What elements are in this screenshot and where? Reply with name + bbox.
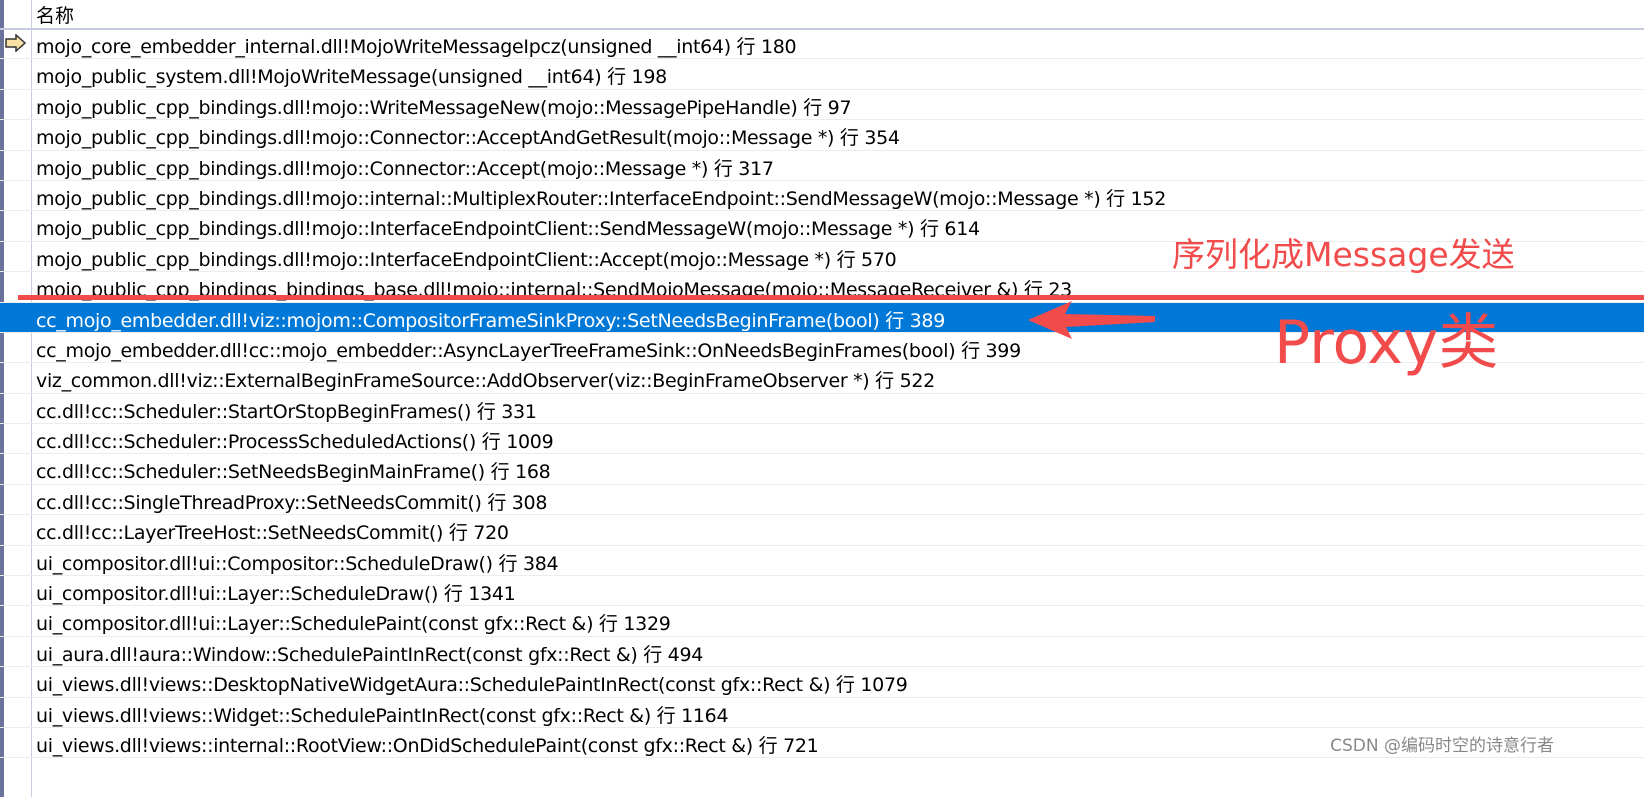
annotation-arrow-overlay <box>18 295 1644 339</box>
annotation-underline <box>18 295 1644 300</box>
watermark: CSDN @编码时空的诗意行者 <box>1330 736 1554 756</box>
annotation-arrow-icon <box>1028 301 1155 339</box>
